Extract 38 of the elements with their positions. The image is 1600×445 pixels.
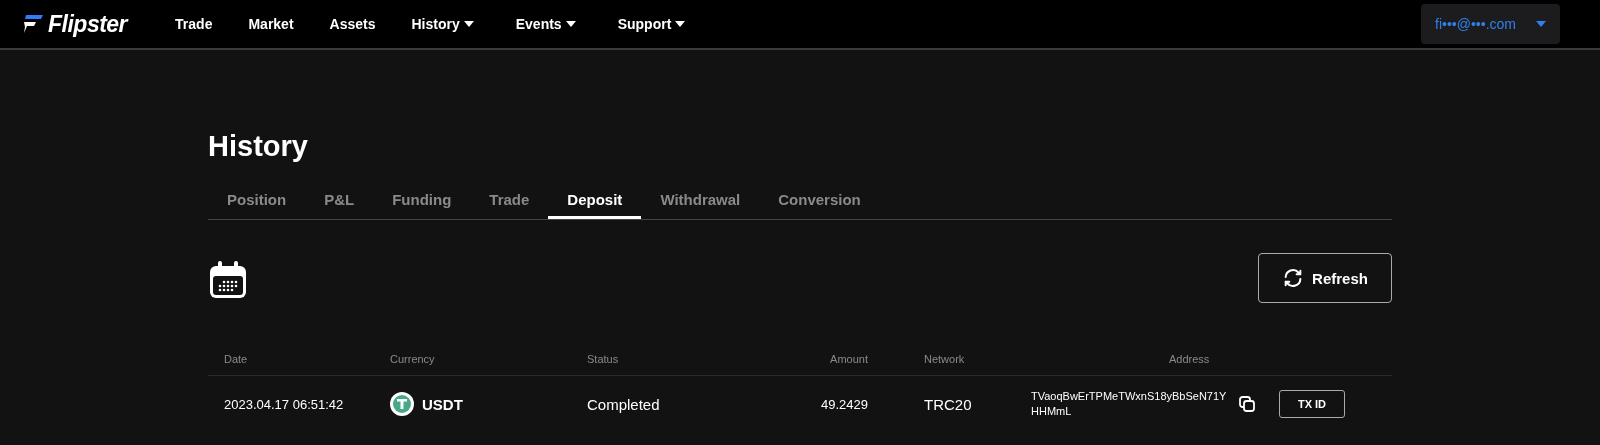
refresh-button[interactable]: Refresh	[1258, 253, 1392, 303]
nav-link[interactable]: Assets	[329, 16, 376, 32]
coin-icon	[390, 392, 414, 416]
nav-link[interactable]: History	[411, 16, 474, 32]
table-cell-text: TRC20	[923, 395, 973, 413]
calendar-icon[interactable]	[208, 260, 248, 300]
nav-link[interactable]: Events	[515, 16, 576, 32]
table-cell: TVaoqBwErTPMeTWxnS18yBbSeN71YHHMmL	[1031, 389, 1227, 419]
caret-icon	[565, 21, 576, 27]
tab[interactable]: Withdrawal	[641, 183, 760, 219]
column-header: Address	[1168, 353, 1211, 365]
column-header: Currency	[390, 353, 436, 365]
column-header: Network	[923, 353, 966, 365]
tab[interactable]: Position	[208, 183, 306, 219]
column-header: Status	[587, 353, 620, 365]
account-menu[interactable]: fi•••@•••.com	[1421, 4, 1560, 44]
caret-icon	[463, 21, 474, 27]
column-header: Date	[224, 353, 249, 365]
nav-link[interactable]: Support	[617, 16, 686, 32]
table-cell-text: 2023.04.17 06:51:42	[224, 396, 345, 412]
column-header: Amount	[829, 353, 868, 365]
table-cell-text: Completed	[587, 395, 661, 413]
logo-icon[interactable]	[22, 14, 44, 34]
tab[interactable]: Deposit	[548, 183, 642, 219]
tab[interactable]: P&L	[305, 183, 374, 219]
tab[interactable]: Funding	[373, 183, 471, 219]
caret-icon	[675, 21, 686, 27]
nav-link[interactable]: Market	[248, 16, 294, 32]
txid-button[interactable]: TX ID	[1279, 390, 1345, 418]
tab[interactable]: Conversion	[759, 183, 880, 219]
copy-icon[interactable]	[1239, 396, 1255, 412]
table-cell: USDT	[422, 395, 463, 413]
brand-name[interactable]: Flipster	[48, 10, 128, 38]
tab[interactable]: Trade	[470, 183, 549, 219]
page-title: History	[208, 130, 309, 163]
caret-icon	[1536, 21, 1546, 27]
table-cell-text: 49.2429	[820, 396, 868, 412]
nav-link[interactable]: Trade	[175, 16, 213, 32]
